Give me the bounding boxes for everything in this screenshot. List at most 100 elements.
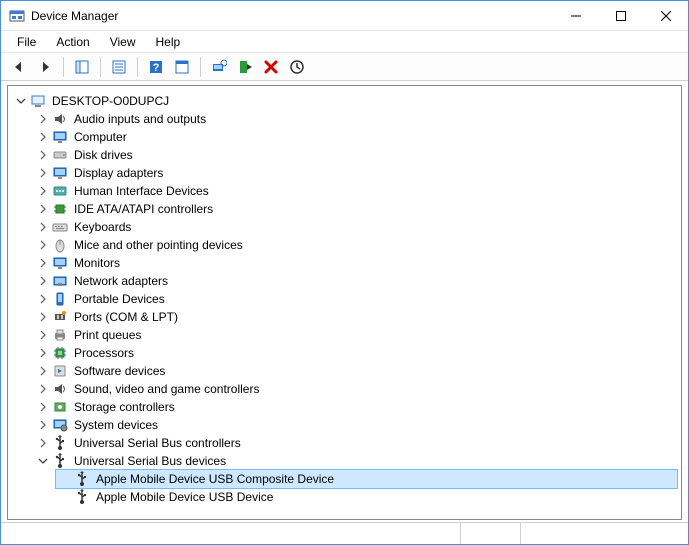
category-label: Keyboards: [70, 220, 131, 234]
network-icon: [52, 273, 68, 289]
tree-category[interactable]: Display adapters: [34, 164, 677, 182]
port-icon: [52, 309, 68, 325]
chevron-right-icon[interactable]: [36, 220, 50, 234]
tree-device[interactable]: Apple Mobile Device USB Composite Device: [56, 470, 677, 488]
chevron-right-icon[interactable]: [36, 400, 50, 414]
tree-category[interactable]: Portable Devices: [34, 290, 677, 308]
toolbar-separator: [100, 57, 101, 77]
tree-category[interactable]: IDE ATA/ATAPI controllers: [34, 200, 677, 218]
chevron-right-icon[interactable]: [36, 166, 50, 180]
help-button[interactable]: ?: [144, 56, 168, 78]
tree-category[interactable]: Network adapters: [34, 272, 677, 290]
chevron-right-icon[interactable]: [36, 364, 50, 378]
category-label: Disk drives: [70, 148, 133, 162]
category-label: Human Interface Devices: [70, 184, 209, 198]
tree-category[interactable]: Computer: [34, 128, 677, 146]
speaker-icon: [52, 381, 68, 397]
tree-category[interactable]: Sound, video and game controllers: [34, 380, 677, 398]
close-button[interactable]: [643, 1, 688, 30]
category-label: Ports (COM & LPT): [70, 310, 178, 324]
chevron-right-icon[interactable]: [36, 328, 50, 342]
tree-category[interactable]: Print queues: [34, 326, 677, 344]
chevron-right-icon[interactable]: [36, 274, 50, 288]
window-controls: [553, 1, 688, 30]
cpu-icon: [52, 345, 68, 361]
chevron-right-icon[interactable]: [36, 436, 50, 450]
enable-device-button[interactable]: [233, 56, 257, 78]
category-label: Mice and other pointing devices: [70, 238, 243, 252]
storage-icon: [52, 399, 68, 415]
uninstall-device-button[interactable]: [259, 56, 283, 78]
tree-category[interactable]: Ports (COM & LPT): [34, 308, 677, 326]
monitor-icon: [52, 255, 68, 271]
tree-category[interactable]: Storage controllers: [34, 398, 677, 416]
tree-spacer: [58, 490, 72, 504]
chevron-right-icon[interactable]: [36, 238, 50, 252]
chevron-right-icon[interactable]: [36, 382, 50, 396]
chevron-down-icon[interactable]: [36, 454, 50, 468]
chevron-right-icon[interactable]: [36, 346, 50, 360]
device-tree[interactable]: DESKTOP-O0DUPCJ Audio inputs and outputs…: [7, 85, 682, 520]
usb-icon: [52, 435, 68, 451]
usb-icon: [52, 453, 68, 469]
system-icon: [52, 417, 68, 433]
category-label: Sound, video and game controllers: [70, 382, 259, 396]
tree-category[interactable]: Mice and other pointing devices: [34, 236, 677, 254]
chevron-right-icon[interactable]: [36, 130, 50, 144]
hid-icon: [52, 183, 68, 199]
category-label: Software devices: [70, 364, 165, 378]
maximize-button[interactable]: [598, 1, 643, 30]
scan-hardware-button[interactable]: [207, 56, 231, 78]
tree-root-node[interactable]: DESKTOP-O0DUPCJ: [12, 92, 677, 110]
forward-button[interactable]: [33, 56, 57, 78]
drive-icon: [52, 147, 68, 163]
category-label: Monitors: [70, 256, 120, 270]
minimize-button[interactable]: [553, 1, 598, 30]
category-label: Universal Serial Bus devices: [70, 454, 226, 468]
category-label: Storage controllers: [70, 400, 175, 414]
titlebar: Device Manager: [1, 1, 688, 31]
usb-icon: [74, 471, 90, 487]
category-label: Display adapters: [70, 166, 163, 180]
chevron-right-icon[interactable]: [36, 418, 50, 432]
menu-help[interactable]: Help: [148, 33, 189, 51]
chevron-right-icon[interactable]: [36, 256, 50, 270]
tree-device[interactable]: Apple Mobile Device USB Device: [56, 488, 677, 506]
properties-button[interactable]: [107, 56, 131, 78]
tree-category[interactable]: Software devices: [34, 362, 677, 380]
show-hide-tree-button[interactable]: [70, 56, 94, 78]
device-manager-window: Device Manager File Action View Help: [0, 0, 689, 545]
chevron-right-icon[interactable]: [36, 202, 50, 216]
back-button[interactable]: [7, 56, 31, 78]
tree-category[interactable]: System devices: [34, 416, 677, 434]
toolbar-separator: [137, 57, 138, 77]
toolbar: ?: [1, 53, 688, 81]
chevron-right-icon[interactable]: [36, 112, 50, 126]
tree-category[interactable]: Universal Serial Bus controllers: [34, 434, 677, 452]
category-label: Portable Devices: [70, 292, 165, 306]
software-icon: [52, 363, 68, 379]
action-button[interactable]: [170, 56, 194, 78]
tree-category[interactable]: Keyboards: [34, 218, 677, 236]
tree-category[interactable]: Human Interface Devices: [34, 182, 677, 200]
tree-category[interactable]: Processors: [34, 344, 677, 362]
status-cell: [1, 523, 461, 544]
window-title: Device Manager: [31, 9, 553, 23]
chevron-right-icon[interactable]: [36, 310, 50, 324]
toolbar-separator: [63, 57, 64, 77]
menu-file[interactable]: File: [9, 33, 44, 51]
device-label: Apple Mobile Device USB Composite Device: [92, 472, 334, 486]
update-driver-button[interactable]: [285, 56, 309, 78]
chevron-right-icon[interactable]: [36, 292, 50, 306]
tree-category[interactable]: Audio inputs and outputs: [34, 110, 677, 128]
menu-view[interactable]: View: [102, 33, 144, 51]
menu-action[interactable]: Action: [48, 33, 97, 51]
chevron-right-icon[interactable]: [36, 148, 50, 162]
usb-icon: [74, 489, 90, 505]
tree-category[interactable]: Universal Serial Bus devices: [34, 452, 677, 470]
tree-category[interactable]: Disk drives: [34, 146, 677, 164]
chevron-down-icon[interactable]: [14, 94, 28, 108]
category-label: Audio inputs and outputs: [70, 112, 206, 126]
tree-category[interactable]: Monitors: [34, 254, 677, 272]
chevron-right-icon[interactable]: [36, 184, 50, 198]
